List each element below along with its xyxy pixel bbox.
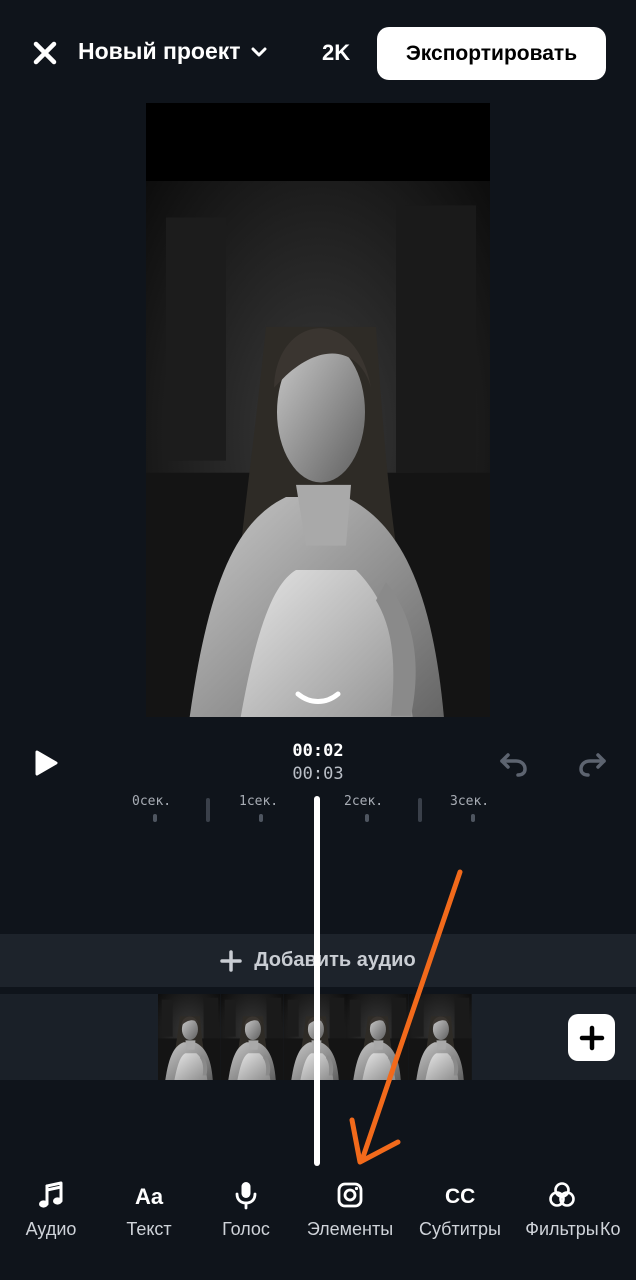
tool-partial[interactable]: Ко (600, 1180, 636, 1240)
undo-icon (500, 753, 527, 777)
tick-mark (418, 798, 422, 822)
filters-icon (549, 1182, 575, 1207)
play-icon (35, 750, 58, 776)
playhead[interactable] (314, 796, 320, 1166)
chevron-down-icon (251, 47, 267, 56)
clip-thumbnail (158, 994, 221, 1080)
resolution-selector[interactable]: 2K (322, 40, 350, 66)
undo-button[interactable] (498, 747, 530, 779)
tool-audio[interactable]: Аудио (1, 1180, 101, 1240)
tool-elements[interactable]: Элементы (300, 1180, 400, 1240)
clip-thumbnail (346, 994, 409, 1080)
total-time: 00:03 (292, 764, 344, 784)
tick-mark (153, 814, 157, 822)
tick-mark (471, 814, 475, 822)
preview-frame-image (146, 181, 490, 717)
tick-label: 0сек. (132, 794, 172, 809)
svg-text:Aa: Aa (135, 1184, 164, 1209)
export-button[interactable]: Экспортировать (377, 27, 606, 80)
tick-mark (259, 814, 263, 822)
tick-mark (365, 814, 369, 822)
tool-subtitles[interactable]: CC Субтитры (410, 1180, 510, 1240)
clip-thumbnail (409, 994, 472, 1080)
text-aa-icon: Aa (135, 1184, 164, 1209)
music-note-icon (39, 1181, 63, 1208)
microphone-icon (235, 1182, 257, 1210)
tool-label: Субтитры (418, 1219, 501, 1239)
tick-mark (206, 798, 210, 822)
tool-text[interactable]: Aa Текст (99, 1180, 199, 1240)
tool-label: Голос (222, 1219, 270, 1239)
redo-button[interactable] (576, 747, 608, 779)
tick-label: 3сек. (450, 794, 490, 809)
tick-label: 2сек. (344, 794, 384, 809)
project-title-dropdown[interactable]: Новый проект (78, 38, 267, 65)
collapse-chevron-icon[interactable] (294, 688, 342, 712)
tool-label: Ко (600, 1219, 621, 1239)
tool-filters[interactable]: Фильтры (512, 1180, 612, 1240)
redo-icon (579, 753, 606, 777)
plus-icon (220, 949, 243, 972)
add-clip-button[interactable] (568, 1014, 615, 1061)
play-button[interactable] (30, 748, 60, 778)
close-icon (33, 41, 57, 65)
tool-voice[interactable]: Голос (196, 1180, 296, 1240)
tool-label: Аудио (25, 1219, 77, 1239)
clip-thumbnail (221, 994, 284, 1080)
partial-tool-icon (600, 1180, 630, 1210)
instagram-icon (337, 1182, 363, 1208)
tool-label: Текст (126, 1219, 172, 1239)
project-title: Новый проект (78, 38, 241, 64)
cc-icon: CC (445, 1185, 475, 1208)
tick-label: 1сек. (239, 794, 279, 809)
video-preview[interactable] (146, 103, 490, 717)
tool-label: Фильтры (525, 1219, 599, 1239)
tool-label: Элементы (306, 1219, 394, 1239)
svg-text:CC: CC (445, 1185, 475, 1208)
current-time: 00:02 (292, 741, 344, 761)
plus-icon (579, 1025, 604, 1050)
add-audio-label: Добавить аудио (254, 949, 416, 971)
close-button[interactable] (28, 36, 62, 70)
